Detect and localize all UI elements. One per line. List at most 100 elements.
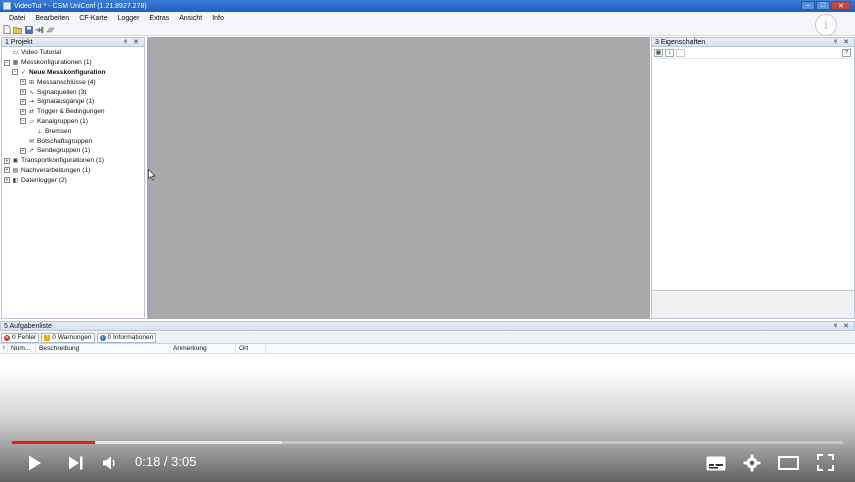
video-progress-bar[interactable] <box>12 441 843 444</box>
column-number[interactable]: Num... <box>8 343 36 354</box>
tree-item-label: Datenlogger (2) <box>21 176 67 184</box>
export-icon[interactable] <box>35 25 44 34</box>
properties-panel-header: 3 Eigenschaften ᵠ ✕ <box>651 37 855 47</box>
categorized-view-icon[interactable]: ▦ <box>654 48 663 57</box>
collapse-icon[interactable]: − <box>12 69 18 76</box>
errors-filter-button[interactable]: ✕ 0 Fehler <box>1 332 40 343</box>
theater-mode-icon[interactable] <box>777 454 799 472</box>
warnings-filter-label: 0 Warnungen <box>52 334 92 341</box>
postprocess-icon: ▤ <box>12 167 19 174</box>
column-note[interactable]: Anmerkung <box>170 343 236 354</box>
task-panel-title: 5 Aufgabenliste <box>4 322 52 330</box>
menu-bearbeiten[interactable]: Bearbeiten <box>30 15 74 22</box>
tree-item[interactable]: ▭ Video Tutorial <box>2 48 144 58</box>
tree-item-label: Nachverarbeitungen (1) <box>21 166 91 174</box>
sort-alpha-icon[interactable]: ↕ <box>665 48 674 57</box>
menu-ansicht[interactable]: Ansicht <box>174 15 207 22</box>
next-video-icon[interactable] <box>66 455 86 471</box>
errors-filter-label: 0 Fehler <box>12 334 37 341</box>
app-icon <box>3 2 11 10</box>
property-pages-icon[interactable] <box>676 48 685 57</box>
connector-icon: ⊞ <box>28 79 35 86</box>
send-icon: ➚ <box>28 148 35 155</box>
warning-icon: ! <box>44 334 51 341</box>
column-priority[interactable]: ! <box>0 343 8 354</box>
new-file-icon[interactable] <box>2 25 11 34</box>
tree-item[interactable]: − ▱ Kanalgruppen (1) <box>2 117 144 127</box>
expand-icon[interactable]: + <box>20 147 26 154</box>
tree-item-label: Bremsen <box>45 127 72 135</box>
project-tree: ▭ Video Tutorial − ▦ Messkonfigurationen (1)… <box>2 47 144 185</box>
trigger-icon: ⇄ <box>28 109 35 116</box>
tree-item-label: Video Tutorial <box>21 49 62 57</box>
tree-item[interactable]: + ▤ Nachverarbeitungen (1) <box>2 166 144 176</box>
menu-logger[interactable]: Logger <box>113 15 145 22</box>
menu-extras[interactable]: Extras <box>144 15 174 22</box>
project-panel-title: 1 Projekt <box>5 38 33 46</box>
tree-item-label: Sendegruppen (1) <box>37 147 91 155</box>
task-table-header: ! Num... Beschreibung Anmerkung Ort <box>0 343 855 354</box>
menu-datei[interactable]: Datei <box>4 15 30 22</box>
open-folder-icon[interactable] <box>13 25 22 34</box>
toolbar <box>0 24 855 36</box>
properties-panel-controls[interactable]: ᵠ ✕ <box>834 38 851 46</box>
settings-gear-icon[interactable] <box>742 453 762 473</box>
tree-item[interactable]: + ∿ Signalquellen (3) <box>2 87 144 97</box>
expand-icon[interactable]: + <box>20 98 26 105</box>
task-filter-bar: ✕ 0 Fehler ! 0 Warnungen i 0 Information… <box>0 332 855 344</box>
column-description[interactable]: Beschreibung <box>36 343 170 354</box>
tree-item[interactable]: + ◧ Datenlogger (2) <box>2 175 144 185</box>
video-played-bar <box>12 441 96 444</box>
tree-item[interactable]: + ➚ Sendegruppen (1) <box>2 146 144 156</box>
subtitles-icon[interactable] <box>705 454 727 472</box>
expand-icon[interactable]: + <box>20 108 26 115</box>
tree-item[interactable]: − ▦ Messkonfigurationen (1) <box>2 58 144 68</box>
tree-item[interactable]: + ⇄ Trigger & Bedingungen <box>2 107 144 117</box>
fullscreen-icon[interactable] <box>815 453 835 472</box>
play-icon[interactable] <box>26 453 44 473</box>
tree-item-label: Trigger & Bedingungen <box>37 108 105 116</box>
minimize-button[interactable]: – <box>801 1 815 10</box>
grid-icon: ▦ <box>12 60 19 67</box>
info-icon[interactable]: i <box>815 14 837 36</box>
tree-item[interactable]: ✉ Botschaftsgruppen <box>2 136 144 146</box>
column-location[interactable]: Ort <box>236 343 266 354</box>
save-icon[interactable] <box>24 25 33 34</box>
properties-toolbar: ▦ ↕ ? <box>652 47 854 59</box>
expand-icon[interactable]: + <box>20 89 26 96</box>
project-panel-controls[interactable]: ᵠ ✕ <box>124 38 141 46</box>
collapse-icon[interactable]: − <box>4 59 10 66</box>
eraser-icon[interactable] <box>46 25 55 34</box>
info-filter-button[interactable]: i 0 Informationen <box>96 332 157 343</box>
menu-info[interactable]: Info <box>207 15 229 22</box>
tree-item[interactable]: + ⇥ Signalausgänge (1) <box>2 97 144 107</box>
signal-source-icon: ∿ <box>28 89 35 96</box>
warnings-filter-button[interactable]: ! 0 Warnungen <box>41 332 95 343</box>
app-window: VideoTut * - CSM UniConf (1.21.8927.278)… <box>0 0 855 482</box>
tree-item-label: Neue Messkonfiguration <box>29 68 106 76</box>
task-panel-controls[interactable]: ᵠ ✕ <box>834 322 851 330</box>
tree-item[interactable]: + ⊞ Messanschlüsse (4) <box>2 77 144 87</box>
menu-cf-karte[interactable]: CF-Karte <box>74 15 112 22</box>
close-button[interactable]: ✕ <box>831 1 851 10</box>
collapse-icon[interactable]: − <box>20 118 26 125</box>
volume-icon[interactable] <box>100 454 120 472</box>
tree-item[interactable]: ⊥ Bremsen <box>2 126 144 136</box>
error-icon: ✕ <box>4 334 10 341</box>
tree-item-label: Signalquellen (3) <box>37 88 87 96</box>
expand-icon[interactable]: + <box>20 79 26 86</box>
tree-item[interactable]: + ▣ Transportkonfigurationen (1) <box>2 156 144 166</box>
title-bar: VideoTut * - CSM UniConf (1.21.8927.278)… <box>0 0 855 12</box>
help-button[interactable]: ? <box>842 48 851 57</box>
project-panel: ▭ Video Tutorial − ▦ Messkonfigurationen (1)… <box>1 47 145 319</box>
tree-item[interactable]: − ✓ Neue Messkonfiguration <box>2 68 144 78</box>
expand-icon[interactable]: + <box>4 157 10 164</box>
properties-panel-title: 3 Eigenschaften <box>655 38 706 46</box>
tree-item-label: Transportkonfigurationen (1) <box>21 157 104 165</box>
expand-icon[interactable]: + <box>4 167 10 174</box>
editor-area[interactable] <box>147 37 650 319</box>
maximize-button[interactable]: □ <box>816 1 830 10</box>
config-icon: ✓ <box>20 69 27 76</box>
tree-item-label: Signalausgänge (1) <box>37 98 95 106</box>
expand-icon[interactable]: + <box>4 177 10 184</box>
